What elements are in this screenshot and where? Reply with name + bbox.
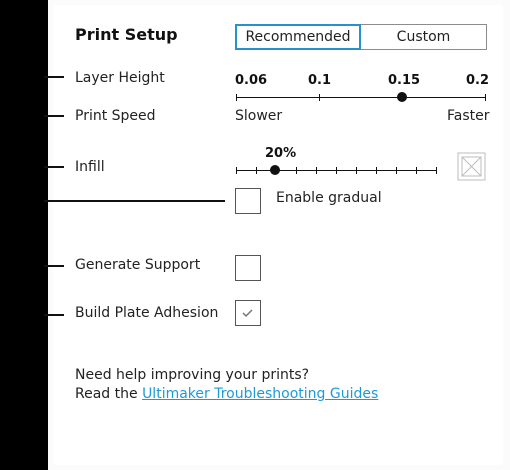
- infill-tick: [336, 167, 337, 174]
- layer-height-tick: [485, 94, 486, 101]
- layer-height-tick: [236, 94, 237, 101]
- infill-slider-handle[interactable]: [270, 165, 280, 175]
- layer-height-option-0.15[interactable]: 0.15: [388, 73, 420, 88]
- infill-tick: [296, 167, 297, 174]
- build-plate-adhesion-label: Build Plate Adhesion: [75, 305, 219, 321]
- generate-support-checkbox[interactable]: [235, 255, 261, 281]
- print-speed-marker: [44, 115, 64, 117]
- enable-gradual-label: Enable gradual: [276, 190, 382, 206]
- infill-tick: [236, 167, 237, 174]
- infill-tick: [356, 167, 357, 174]
- build-plate-adhesion-checkbox[interactable]: [235, 300, 261, 326]
- infill-tick: [376, 167, 377, 174]
- tab-recommended[interactable]: Recommended: [235, 24, 361, 50]
- infill-label: Infill: [75, 159, 105, 175]
- layer-height-slider-handle[interactable]: [397, 92, 407, 102]
- layer-height-option-0.2[interactable]: 0.2: [466, 73, 489, 88]
- infill-tick: [396, 167, 397, 174]
- print-speed-label: Print Speed: [75, 108, 156, 124]
- generate-support-marker: [44, 265, 64, 267]
- layer-height-marker: [44, 76, 64, 78]
- generate-support-label: Generate Support: [75, 257, 201, 273]
- print-setup-title: Print Setup: [75, 25, 178, 44]
- print-speed-slower-label: Slower: [235, 108, 283, 124]
- enable-gradual-marker: [44, 200, 225, 202]
- infill-marker: [44, 166, 64, 168]
- layer-height-tick: [319, 94, 320, 101]
- build-plate-adhesion-marker: [44, 314, 64, 316]
- layer-height-slider-track[interactable]: [236, 97, 486, 98]
- layer-height-label: Layer Height: [75, 70, 165, 86]
- enable-gradual-checkbox[interactable]: [235, 188, 261, 214]
- infill-tick: [316, 167, 317, 174]
- checkmark-icon: [242, 309, 253, 318]
- infill-tick: [416, 167, 417, 174]
- tab-custom[interactable]: Custom: [361, 24, 487, 50]
- help-line-2: Read the Ultimaker Troubleshooting Guide…: [75, 386, 378, 402]
- infill-tick: [256, 167, 257, 174]
- layer-height-option-0.06[interactable]: 0.06: [235, 73, 267, 88]
- help-line-2-prefix: Read the: [75, 386, 138, 402]
- print-speed-faster-label: Faster: [447, 108, 490, 124]
- infill-pattern-icon[interactable]: [457, 152, 486, 181]
- mode-tabs: Recommended Custom: [235, 24, 487, 50]
- layer-height-option-0.1[interactable]: 0.1: [308, 73, 331, 88]
- troubleshooting-guides-link[interactable]: Ultimaker Troubleshooting Guides: [142, 386, 378, 402]
- infill-value: 20%: [265, 146, 297, 161]
- help-line-1: Need help improving your prints?: [75, 367, 310, 383]
- infill-tick: [436, 167, 437, 174]
